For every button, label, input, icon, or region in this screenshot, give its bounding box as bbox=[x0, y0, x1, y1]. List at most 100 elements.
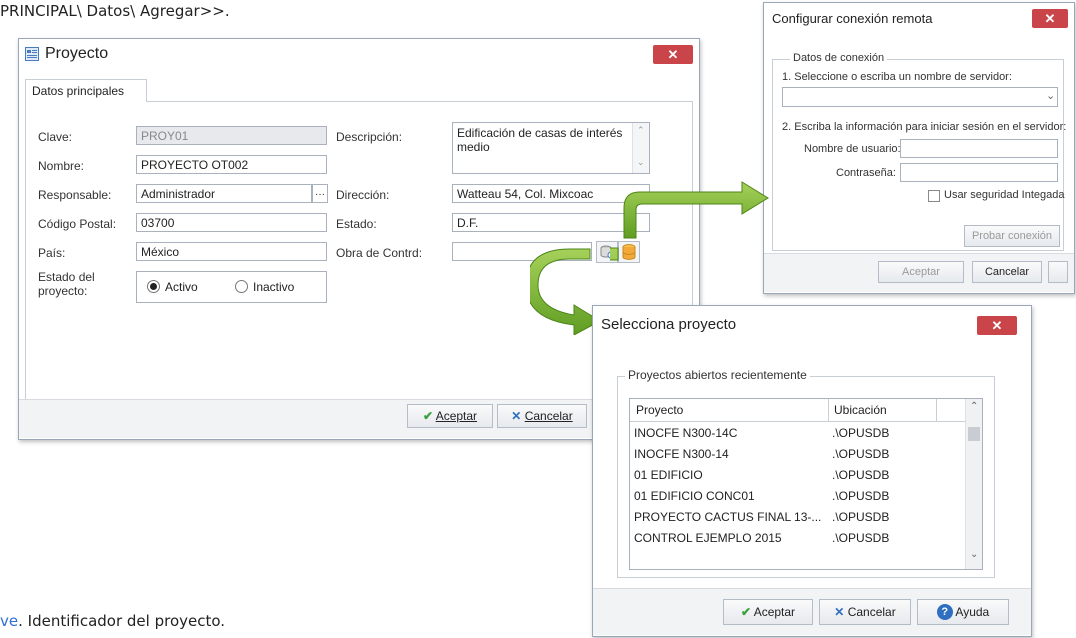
proyecto-cancel-button[interactable]: ✕ Cancelar bbox=[497, 404, 587, 428]
cancel-label: Cancelar bbox=[847, 605, 896, 619]
radio-activo-indicator bbox=[147, 280, 160, 293]
arrow-to-conexion-icon bbox=[623, 181, 769, 239]
pais-label: País: bbox=[38, 246, 66, 260]
clave-label: Clave: bbox=[38, 130, 73, 144]
list-body: INOCFE N300-14C .\OPUSDB INOCFE N300-14 .\… bbox=[630, 422, 966, 548]
tab-datos-principales[interactable]: Datos principales bbox=[25, 79, 147, 102]
radio-activo-label: Activo bbox=[165, 280, 198, 294]
scroll-up-icon: ⌃ bbox=[637, 125, 645, 135]
project-location: .\OPUSDB bbox=[832, 509, 890, 524]
proyecto-app-icon bbox=[25, 47, 39, 61]
col-divider bbox=[828, 399, 829, 421]
proyecto-accept-button[interactable]: ✔ Aceptar bbox=[407, 404, 493, 428]
scroll-thumb[interactable] bbox=[968, 427, 980, 441]
list-scrollbar[interactable]: ⌃ ⌄ bbox=[965, 399, 982, 569]
step2-label: 2. Escriba la información para iniciar s… bbox=[782, 121, 1067, 133]
help-icon: ? bbox=[936, 604, 953, 620]
projects-list[interactable]: Proyecto Ubicación INOCFE N300-14C .\OPUS… bbox=[629, 398, 983, 570]
radio-inactivo-indicator bbox=[235, 280, 248, 293]
tab-label: Datos principales bbox=[32, 84, 125, 98]
codigo-postal-label: Código Postal: bbox=[38, 217, 117, 231]
recent-projects-title: Proyectos abiertos recientemente bbox=[625, 368, 810, 382]
col-divider bbox=[936, 399, 937, 421]
conexion-cancel-button[interactable]: Cancelar bbox=[972, 261, 1042, 283]
help-label: Ayuda bbox=[955, 605, 990, 619]
cancel-x-icon: ✕ bbox=[511, 409, 522, 423]
table-row[interactable]: PROYECTO CACTUS FINAL 13-... .\OPUSDB bbox=[630, 506, 966, 527]
obra-contrd-label: Obra de Contrd: bbox=[336, 246, 423, 260]
selecciona-help-button[interactable]: ? Ayuda bbox=[917, 599, 1009, 625]
selecciona-cancel-button[interactable]: ✕ Cancelar bbox=[819, 599, 911, 625]
conexion-accept-button[interactable]: Aceptar bbox=[878, 261, 964, 283]
descripcion-scrollbar[interactable]: ⌃ ⌄ bbox=[632, 123, 649, 173]
conexion-close-button[interactable]: ✕ bbox=[1032, 9, 1068, 28]
responsable-field[interactable]: Administrador bbox=[136, 184, 312, 203]
server-combobox[interactable] bbox=[782, 87, 1058, 107]
descripcion-text: Edificación de casas de interés medio bbox=[457, 126, 623, 154]
password-field[interactable] bbox=[900, 163, 1058, 182]
conexion-title: Configurar conexión remota bbox=[772, 11, 933, 26]
responsable-browse-button[interactable]: ··· bbox=[312, 184, 328, 203]
selecciona-button-bar: ✔ Aceptar ✕ Cancelar ? Ayuda bbox=[593, 588, 1031, 635]
check-icon: ✔ bbox=[740, 605, 752, 619]
responsable-label: Responsable: bbox=[38, 188, 112, 202]
table-row[interactable]: 01 EDIFICIO .\OPUSDB bbox=[630, 464, 966, 485]
cancel-x-icon: ✕ bbox=[834, 605, 845, 619]
project-name: INOCFE N300-14C bbox=[634, 425, 738, 440]
radio-inactivo-label: Inactivo bbox=[253, 280, 295, 294]
test-connection-button[interactable]: Probar conexión bbox=[964, 225, 1060, 247]
curved-arrow-icon bbox=[530, 248, 602, 335]
scroll-down-icon: ⌄ bbox=[637, 157, 645, 167]
project-location: .\OPUSDB bbox=[832, 530, 890, 545]
check-icon: ✔ bbox=[422, 409, 434, 423]
table-row[interactable]: INOCFE N300-14 .\OPUSDB bbox=[630, 443, 966, 464]
conexion-extra-button[interactable] bbox=[1048, 261, 1068, 283]
document-body-fragment: ve. Identificador del proyecto. bbox=[0, 612, 225, 630]
scroll-up-icon[interactable]: ⌃ bbox=[970, 401, 978, 412]
table-row[interactable]: INOCFE N300-14C .\OPUSDB bbox=[630, 422, 966, 443]
codigo-postal-field[interactable]: 03700 bbox=[136, 213, 327, 232]
user-field[interactable] bbox=[900, 139, 1058, 158]
list-header: Proyecto Ubicación bbox=[630, 399, 966, 422]
descripcion-field[interactable]: Edificación de casas de interés medio ⌃ … bbox=[452, 122, 650, 174]
description-text: . Identificador del proyecto. bbox=[18, 612, 226, 630]
project-name: 01 EDIFICIO CONC01 bbox=[634, 488, 755, 503]
selecciona-accept-button[interactable]: ✔ Aceptar bbox=[723, 599, 813, 625]
selecciona-window: Selecciona proyecto ✕ Proyectos abiertos… bbox=[592, 305, 1032, 637]
user-label: Nombre de usuario: bbox=[804, 143, 901, 155]
chevron-down-icon[interactable]: ⌄ bbox=[1046, 89, 1055, 102]
conexion-group-title: Datos de conexión bbox=[790, 52, 888, 64]
project-name: CONTROL EJEMPLO 2015 bbox=[634, 530, 782, 545]
scroll-down-icon[interactable]: ⌄ bbox=[970, 549, 978, 560]
descripcion-label: Descripción: bbox=[336, 130, 403, 144]
proyecto-close-button[interactable]: ✕ bbox=[653, 45, 693, 64]
project-name: 01 EDIFICIO bbox=[634, 467, 703, 482]
menu-path-suffix: >>. bbox=[199, 2, 230, 20]
col-ubicacion-header[interactable]: Ubicación bbox=[834, 403, 887, 417]
nombre-field[interactable]: PROYECTO OT002 bbox=[136, 155, 327, 174]
estado-label: Estado: bbox=[336, 217, 377, 231]
estado-proyecto-radio-group: Activo Inactivo bbox=[136, 271, 327, 303]
integrated-security-label: Usar seguridad Integada bbox=[944, 189, 1065, 201]
password-label: Contraseña: bbox=[836, 167, 896, 179]
table-row[interactable]: CONTROL EJEMPLO 2015 .\OPUSDB bbox=[630, 527, 966, 548]
proyecto-titlebar: Proyecto ✕ bbox=[19, 39, 699, 69]
table-row[interactable]: 01 EDIFICIO CONC01 .\OPUSDB bbox=[630, 485, 966, 506]
proyecto-title: Proyecto bbox=[45, 45, 109, 62]
pais-field[interactable]: México bbox=[136, 242, 327, 261]
project-name: INOCFE N300-14 bbox=[634, 446, 729, 461]
col-proyecto-header[interactable]: Proyecto bbox=[636, 403, 683, 417]
direccion-label: Dirección: bbox=[336, 188, 390, 202]
project-location: .\OPUSDB bbox=[832, 488, 890, 503]
conexion-button-bar: Aceptar Cancelar bbox=[764, 253, 1074, 292]
clave-field: PROY01 bbox=[136, 126, 327, 145]
radio-inactivo[interactable]: Inactivo bbox=[235, 280, 294, 294]
accept-label: Aceptar bbox=[753, 605, 796, 619]
accept-label: Aceptar bbox=[435, 409, 478, 423]
conexion-titlebar: Configurar conexión remota ✕ bbox=[764, 3, 1074, 33]
integrated-security-checkbox[interactable] bbox=[928, 190, 940, 202]
selecciona-title: Selecciona proyecto bbox=[601, 316, 737, 333]
selecciona-close-button[interactable]: ✕ bbox=[977, 316, 1017, 335]
radio-activo[interactable]: Activo bbox=[147, 280, 198, 294]
document-heading-fragment: PRINCIPAL\ Datos\ Agregar>>. bbox=[0, 2, 230, 20]
